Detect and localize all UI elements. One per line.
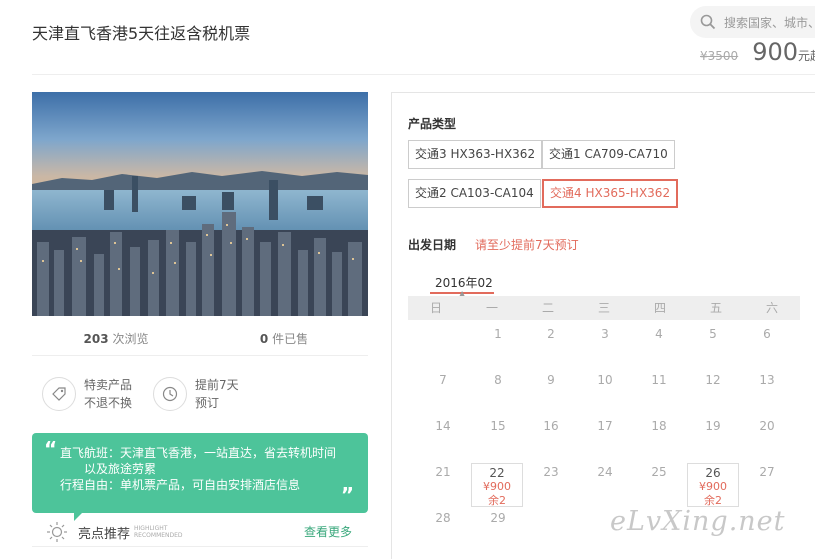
feature-line: 特卖产品 [84, 378, 133, 392]
original-price: ¥3500 [700, 49, 739, 63]
calendar-day: 16 [543, 419, 559, 433]
calendar-day: 24 [597, 465, 613, 479]
calendar-day: 27 [759, 465, 775, 479]
close-quote-icon: ” [340, 483, 354, 507]
day-price: ¥900 [699, 480, 727, 493]
calendar-day: 2 [547, 327, 555, 341]
sun-icon [47, 522, 67, 542]
clock-icon [153, 377, 187, 411]
product-stats: 203 次浏览 0 件已售 [32, 330, 368, 347]
sold-count: 0 件已售 [259, 332, 309, 346]
view-more-link[interactable]: 查看更多 [304, 523, 352, 540]
calendar-day: 11 [651, 373, 667, 387]
weekday: 日 [429, 301, 442, 315]
calendar-day: 6 [763, 327, 771, 341]
hong-kong-skyline-photo [32, 92, 368, 316]
product-type-label: 产品类型 [408, 117, 457, 131]
promo-line: 直飞航班：天津直飞香港，一站直达，省去转机时间 [60, 446, 337, 460]
promo-box: “ 直飞航班：天津直飞香港，一站直达，省去转机时间 以及旅途劳累 行程自由：单机… [32, 433, 368, 513]
calendar-day: 8 [494, 373, 502, 387]
weekday-header: 日 一 二 三 四 五 六 [408, 296, 800, 320]
watermark: eLvXing.net [610, 506, 786, 537]
calendar-day: 29 [490, 511, 506, 525]
calendar-day-available[interactable]: 26 ¥900 余2 [687, 463, 739, 507]
calendar-day: 14 [435, 419, 451, 433]
feature-line: 不退不换 [84, 396, 133, 410]
price-unit: 元起 [798, 49, 815, 63]
highlight-divider [32, 546, 368, 547]
feature-book-ahead: 提前7天 预订 [153, 376, 239, 412]
calendar-day: 18 [651, 419, 667, 433]
booking-hint: 请至少提前7天预订 [475, 238, 579, 252]
feature-line: 提前7天 [195, 378, 239, 392]
feature-line: 预订 [195, 396, 220, 410]
calendar-day-available[interactable]: 22 ¥900 余2 [471, 463, 523, 507]
calendar-day: 10 [597, 373, 613, 387]
calendar-day: 9 [547, 373, 555, 387]
promo-line: 行程自由：单机票产品，可自由安排酒店信息 [60, 478, 301, 492]
option-hx365-hx362-selected[interactable]: 交通4 HX365-HX362 [542, 179, 679, 208]
highlight-header: 亮点推荐 HIGHLIGHT RECOMMENDED [46, 521, 183, 543]
highlight-label: 亮点推荐 [78, 526, 131, 542]
calendar-day: 20 [759, 419, 775, 433]
calendar-day: 5 [709, 327, 717, 341]
weekday: 三 [597, 301, 610, 315]
option-hx363-hx362[interactable]: 交通3 HX363-HX362 [408, 140, 543, 169]
weekday: 六 [765, 301, 778, 315]
departure-date-label: 出发日期 [408, 238, 457, 252]
calendar-day: 28 [435, 511, 451, 525]
calendar-day: 15 [490, 419, 506, 433]
search-placeholder: 搜索国家、城市、 [724, 15, 815, 30]
calendar-day: 23 [543, 465, 559, 479]
open-quote-icon: “ [44, 437, 58, 461]
tag-icon [42, 377, 76, 411]
search-icon [700, 14, 716, 30]
day-price: ¥900 [483, 480, 511, 493]
weekday: 五 [709, 301, 722, 315]
promo-tail [74, 513, 82, 521]
calendar-day: 17 [597, 419, 613, 433]
price-line: ¥3500 900 元起 [700, 38, 815, 66]
weekday: 四 [653, 301, 666, 315]
search-input[interactable]: 搜索国家、城市、 [690, 6, 815, 38]
day-stock: 余2 [488, 494, 506, 507]
calendar-day: 21 [435, 465, 451, 479]
stats-divider [32, 355, 368, 356]
feature-special-sale: 特卖产品 不退不换 [42, 376, 132, 412]
calendar-day: 7 [439, 373, 447, 387]
calendar-day: 3 [601, 327, 609, 341]
option-ca709-ca710[interactable]: 交通1 CA709-CA710 [542, 140, 675, 169]
current-price: 900 [752, 38, 798, 66]
calendar-day: 1 [494, 327, 502, 341]
weekday: 二 [541, 301, 554, 315]
option-ca103-ca104[interactable]: 交通2 CA103-CA104 [408, 179, 541, 208]
page-title: 天津直飞香港5天往返含税机票 [32, 24, 251, 43]
header-divider [32, 74, 815, 75]
calendar-day: 13 [759, 373, 775, 387]
highlight-en: HIGHLIGHT RECOMMENDED [134, 525, 183, 539]
calendar-day: 4 [655, 327, 663, 341]
calendar-day: 25 [651, 465, 667, 479]
view-count: 203 次浏览 [83, 332, 149, 346]
weekday: 一 [485, 301, 498, 315]
calendar-day: 19 [705, 419, 721, 433]
calendar-day: 12 [705, 373, 721, 387]
promo-line: 以及旅途劳累 [84, 462, 157, 476]
